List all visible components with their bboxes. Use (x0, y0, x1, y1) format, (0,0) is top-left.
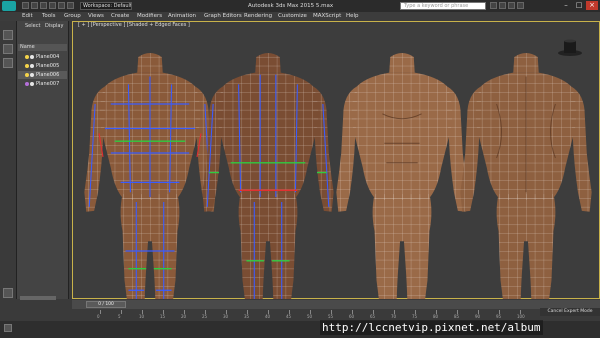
timeline-tick-label: 20 (181, 314, 187, 319)
character-mesh-1 (84, 53, 216, 299)
close-button[interactable]: × (586, 1, 598, 10)
character-mesh-4 (460, 53, 592, 299)
menu-customize[interactable]: Customize (278, 12, 307, 21)
app-logo-icon[interactable] (2, 1, 16, 11)
list-item-label: Plane007 (36, 81, 60, 87)
menu-maxscript[interactable]: MAXScript (313, 12, 341, 21)
timeline-tick-label: 50 (307, 314, 313, 319)
list-item[interactable]: Plane005 (18, 62, 67, 70)
timeline-tick-label: 40 (265, 314, 271, 319)
new-file-icon[interactable] (22, 2, 29, 9)
timeline-tick (121, 310, 122, 314)
timeline-tick-label: 5 (118, 314, 121, 319)
list-item-label: Plane005 (36, 63, 60, 69)
list-item[interactable]: Plane004 (18, 53, 67, 61)
timeline-tick-label: 0 (97, 314, 100, 319)
project-folder-icon[interactable] (67, 2, 74, 9)
timeline-tick-label: 55 (328, 314, 334, 319)
timeline-tick-label: 25 (202, 314, 208, 319)
light-bulb-icon[interactable] (25, 72, 29, 77)
time-slider-thumb[interactable]: 0 / 100 (86, 301, 126, 308)
layer-tool-icon[interactable] (3, 288, 13, 298)
workspace-dropdown[interactable]: Workspace: Default (80, 2, 132, 10)
move-tool-icon[interactable] (3, 44, 13, 54)
viewport-scene (84, 39, 592, 299)
column-header-name[interactable]: Name (18, 44, 67, 51)
timeline-tick-label: 30 (223, 314, 229, 319)
list-item-label: Plane004 (36, 54, 60, 60)
viewcube-icon[interactable] (558, 39, 582, 57)
menu-modifiers[interactable]: Modifiers (137, 12, 162, 21)
save-file-icon[interactable] (40, 2, 47, 9)
menu-create[interactable]: Create (111, 12, 129, 21)
explorer-scrollbar[interactable] (20, 296, 56, 300)
menu-rendering[interactable]: Rendering (244, 12, 272, 21)
timeline-tick-label: 15 (160, 314, 166, 319)
menu-help[interactable]: Help (346, 12, 359, 21)
timeline-tick-label: 80 (433, 314, 439, 319)
timeline-tick-label: 65 (370, 314, 376, 319)
light-bulb-icon[interactable] (25, 54, 29, 59)
timeline-tick-label: 95 (496, 314, 502, 319)
info-icon[interactable] (517, 2, 524, 9)
list-item[interactable]: Plane006 (18, 71, 67, 79)
light-bulb-icon[interactable] (25, 63, 29, 68)
select-tool-icon[interactable] (3, 30, 13, 40)
maxscript-listener-icon[interactable] (4, 324, 12, 332)
search-input[interactable]: Type a keyword or phrase (400, 2, 486, 10)
character-mesh-3 (336, 53, 468, 299)
menu-edit[interactable]: Edit (22, 12, 33, 21)
timeline-tick-label: 70 (391, 314, 397, 319)
window-title: Autodesk 3ds Max 2015 5.max (248, 3, 334, 9)
menu-graph-editors[interactable]: Graph Editors (204, 12, 242, 21)
search-icon[interactable] (490, 2, 497, 9)
timeline-tick-label: 10 (139, 314, 145, 319)
menu-tools[interactable]: Tools (42, 12, 56, 21)
character-mesh-2 (202, 53, 334, 299)
rotate-tool-icon[interactable] (3, 58, 13, 68)
timeline-tick-label: 75 (412, 314, 418, 319)
light-bulb-icon[interactable] (25, 81, 29, 86)
open-file-icon[interactable] (31, 2, 38, 9)
list-item[interactable]: Plane007 (18, 80, 67, 88)
visibility-icon[interactable] (30, 54, 34, 59)
visibility-icon[interactable] (30, 72, 34, 77)
tab-select[interactable]: Select (25, 23, 40, 30)
timeline-tick-label: 85 (454, 314, 460, 319)
visibility-icon[interactable] (30, 81, 34, 86)
cancel-expert-mode-button[interactable]: Cancel Expert Mode (540, 308, 600, 316)
undo-icon[interactable] (49, 2, 56, 9)
list-item-label: Plane006 (36, 72, 60, 78)
help-icon[interactable] (499, 2, 506, 9)
timeline-tick-label: 45 (286, 314, 292, 319)
redo-icon[interactable] (58, 2, 65, 9)
timeline-tick-label: 100 (517, 314, 525, 319)
tab-display[interactable]: Display (45, 23, 63, 30)
favorites-icon[interactable] (508, 2, 515, 9)
menu-animation[interactable]: Animation (168, 12, 196, 21)
minimize-button[interactable]: – (560, 1, 572, 10)
visibility-icon[interactable] (30, 63, 34, 68)
timeline-tick (100, 310, 101, 314)
timeline-tick-label: 60 (349, 314, 355, 319)
watermark-text: http://lccnetvip.pixnet.net/album (320, 320, 543, 335)
menu-group[interactable]: Group (64, 12, 81, 21)
maximize-button[interactable]: □ (573, 1, 585, 10)
menu-views[interactable]: Views (88, 12, 104, 21)
timeline-tick-label: 90 (475, 314, 481, 319)
time-slider-track[interactable] (72, 300, 600, 309)
timeline-tick-label: 35 (244, 314, 250, 319)
